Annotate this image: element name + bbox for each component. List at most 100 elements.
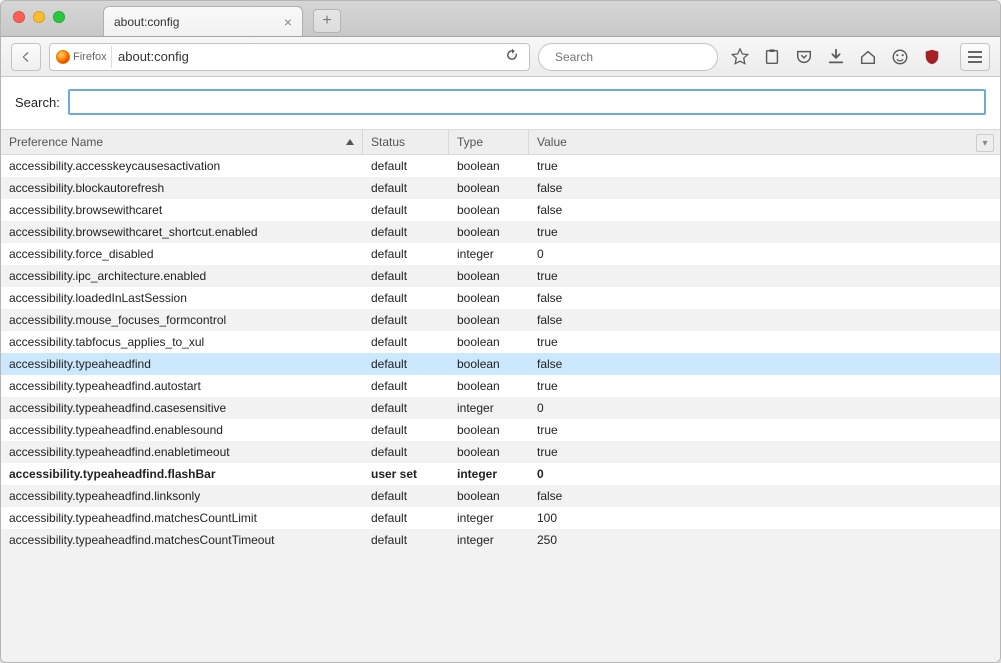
cell-value: true bbox=[529, 445, 1000, 459]
table-row[interactable]: accessibility.force_disableddefaultinteg… bbox=[1, 243, 1000, 265]
cell-name: accessibility.typeaheadfind.enabletimeou… bbox=[1, 445, 363, 459]
cell-value: true bbox=[529, 335, 1000, 349]
close-tab-icon[interactable]: × bbox=[284, 15, 292, 29]
col-status-label: Status bbox=[371, 135, 405, 149]
cell-value: 100 bbox=[529, 511, 1000, 525]
addon-button[interactable] bbox=[890, 47, 910, 67]
cell-type: boolean bbox=[449, 423, 529, 437]
table-row[interactable]: accessibility.accesskeycausesactivationd… bbox=[1, 155, 1000, 177]
pocket-button[interactable] bbox=[794, 47, 814, 67]
cell-value: 0 bbox=[529, 247, 1000, 261]
zoom-window-button[interactable] bbox=[53, 11, 65, 23]
url-bar[interactable]: Firefox bbox=[49, 43, 530, 71]
browser-window: about:config × + Firefox bbox=[0, 0, 1001, 663]
table-row[interactable]: accessibility.tabfocus_applies_to_xuldef… bbox=[1, 331, 1000, 353]
back-button[interactable] bbox=[11, 43, 41, 71]
cell-status: default bbox=[363, 533, 449, 547]
cell-name: accessibility.typeaheadfind.linksonly bbox=[1, 489, 363, 503]
col-value[interactable]: Value bbox=[529, 130, 1000, 154]
col-status[interactable]: Status bbox=[363, 130, 449, 154]
ublock-button[interactable] bbox=[922, 47, 942, 67]
table-row[interactable]: accessibility.typeaheadfind.enabletimeou… bbox=[1, 441, 1000, 463]
cell-value: false bbox=[529, 181, 1000, 195]
back-icon bbox=[19, 50, 33, 64]
preferences-table[interactable]: accessibility.accesskeycausesactivationd… bbox=[1, 155, 1000, 662]
download-icon bbox=[827, 48, 845, 66]
cell-name: accessibility.browsewithcaret bbox=[1, 203, 363, 217]
table-row[interactable]: accessibility.typeaheadfind.enablesoundd… bbox=[1, 419, 1000, 441]
cell-type: boolean bbox=[449, 181, 529, 195]
cell-status: default bbox=[363, 291, 449, 305]
close-window-button[interactable] bbox=[13, 11, 25, 23]
cell-value: 250 bbox=[529, 533, 1000, 547]
col-type[interactable]: Type bbox=[449, 130, 529, 154]
cell-type: integer bbox=[449, 467, 529, 481]
search-bar[interactable] bbox=[538, 43, 718, 71]
table-row[interactable]: accessibility.typeaheadfinddefaultboolea… bbox=[1, 353, 1000, 375]
cell-value: true bbox=[529, 423, 1000, 437]
reload-button[interactable] bbox=[499, 48, 525, 65]
tab-title: about:config bbox=[114, 15, 179, 29]
config-search-label: Search: bbox=[15, 95, 60, 110]
cell-value: false bbox=[529, 489, 1000, 503]
cell-name: accessibility.accesskeycausesactivation bbox=[1, 159, 363, 173]
new-tab-button[interactable]: + bbox=[313, 9, 341, 33]
table-row[interactable]: accessibility.typeaheadfind.linksonlydef… bbox=[1, 485, 1000, 507]
table-row[interactable]: accessibility.typeaheadfind.matchesCount… bbox=[1, 529, 1000, 551]
table-row[interactable]: accessibility.browsewithcaret_shortcut.e… bbox=[1, 221, 1000, 243]
col-value-label: Value bbox=[537, 135, 567, 149]
cell-value: true bbox=[529, 225, 1000, 239]
cell-type: integer bbox=[449, 247, 529, 261]
minimize-window-button[interactable] bbox=[33, 11, 45, 23]
home-icon bbox=[859, 48, 877, 66]
table-row[interactable]: accessibility.blockautorefreshdefaultboo… bbox=[1, 177, 1000, 199]
table-row[interactable]: accessibility.typeaheadfind.casesensitiv… bbox=[1, 397, 1000, 419]
cell-status: default bbox=[363, 379, 449, 393]
clipboard-icon bbox=[763, 48, 781, 66]
cell-type: boolean bbox=[449, 445, 529, 459]
col-type-label: Type bbox=[457, 135, 483, 149]
column-picker-button[interactable]: ▾ bbox=[976, 134, 994, 152]
cell-type: boolean bbox=[449, 379, 529, 393]
cell-name: accessibility.browsewithcaret_shortcut.e… bbox=[1, 225, 363, 239]
reload-icon bbox=[505, 48, 519, 62]
identity-box[interactable]: Firefox bbox=[54, 46, 112, 68]
table-row[interactable]: accessibility.typeaheadfind.autostartdef… bbox=[1, 375, 1000, 397]
cell-type: boolean bbox=[449, 357, 529, 371]
cell-name: accessibility.typeaheadfind.enablesound bbox=[1, 423, 363, 437]
cell-name: accessibility.typeaheadfind.matchesCount… bbox=[1, 533, 363, 547]
menu-button[interactable] bbox=[960, 43, 990, 71]
config-search-row: Search: bbox=[1, 77, 1000, 129]
cell-type: boolean bbox=[449, 313, 529, 327]
downloads-button[interactable] bbox=[826, 47, 846, 67]
cell-value: true bbox=[529, 159, 1000, 173]
col-preference-name[interactable]: Preference Name bbox=[1, 130, 363, 154]
library-button[interactable] bbox=[762, 47, 782, 67]
cell-name: accessibility.typeaheadfind.autostart bbox=[1, 379, 363, 393]
table-row[interactable]: accessibility.browsewithcaretdefaultbool… bbox=[1, 199, 1000, 221]
pocket-icon bbox=[795, 48, 813, 66]
search-input[interactable] bbox=[555, 50, 710, 64]
cell-type: integer bbox=[449, 511, 529, 525]
table-row[interactable]: accessibility.mouse_focuses_formcontrold… bbox=[1, 309, 1000, 331]
table-row[interactable]: accessibility.loadedInLastSessiondefault… bbox=[1, 287, 1000, 309]
cell-type: boolean bbox=[449, 203, 529, 217]
bookmark-button[interactable] bbox=[730, 47, 750, 67]
table-row[interactable]: accessibility.ipc_architecture.enabledde… bbox=[1, 265, 1000, 287]
cell-type: boolean bbox=[449, 335, 529, 349]
url-input[interactable] bbox=[118, 49, 493, 64]
cell-status: default bbox=[363, 159, 449, 173]
cell-type: boolean bbox=[449, 225, 529, 239]
cell-value: false bbox=[529, 203, 1000, 217]
cell-name: accessibility.ipc_architecture.enabled bbox=[1, 269, 363, 283]
home-button[interactable] bbox=[858, 47, 878, 67]
tab-about-config[interactable]: about:config × bbox=[103, 6, 303, 36]
cell-status: default bbox=[363, 181, 449, 195]
cell-type: boolean bbox=[449, 269, 529, 283]
cell-status: default bbox=[363, 269, 449, 283]
config-search-input[interactable] bbox=[68, 89, 986, 115]
cell-value: 0 bbox=[529, 401, 1000, 415]
table-row[interactable]: accessibility.typeaheadfind.matchesCount… bbox=[1, 507, 1000, 529]
table-row[interactable]: accessibility.typeaheadfind.flashBaruser… bbox=[1, 463, 1000, 485]
cell-type: integer bbox=[449, 401, 529, 415]
